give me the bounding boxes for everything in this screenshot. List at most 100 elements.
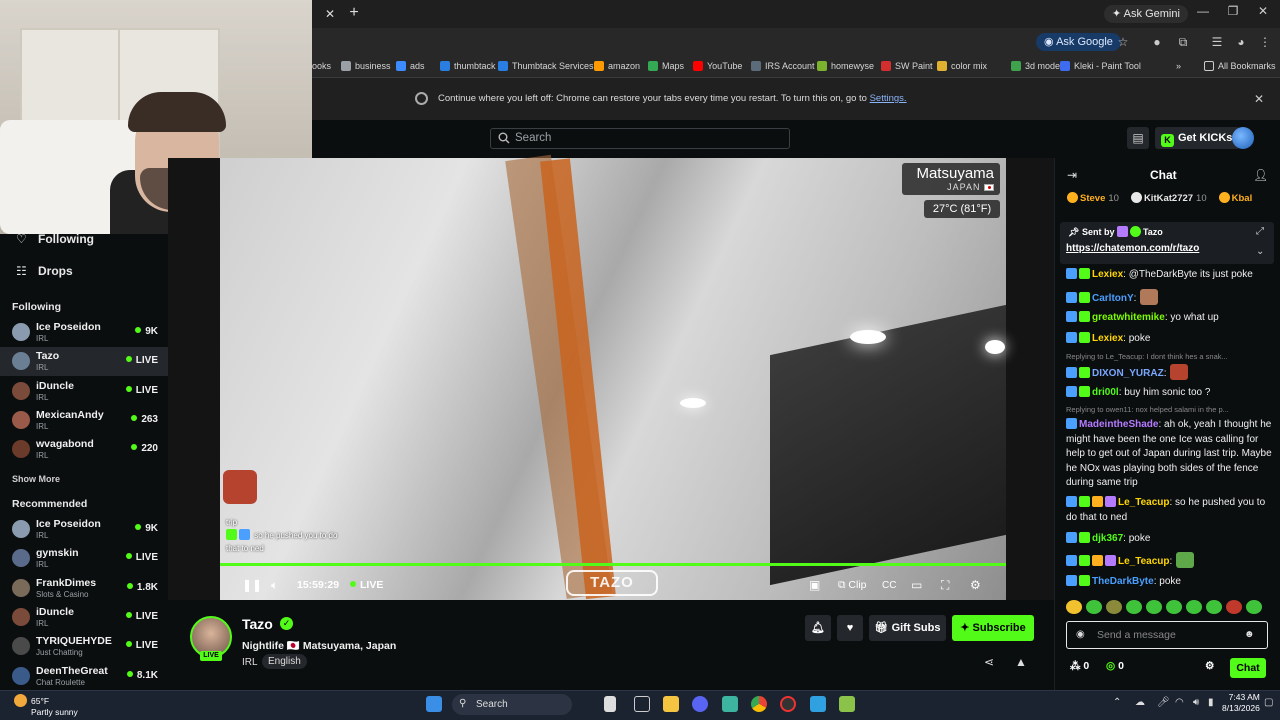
fullscreen-icon[interactable]: ⛶ [941,578,949,593]
sidebar-channel-item[interactable]: TYRIQUEHYDE Just Chatting LIVE [0,632,168,661]
chevron-down-icon[interactable]: ⌄ [1256,246,1264,257]
weather-widget[interactable]: 65°F Partly sunny [14,694,78,718]
emote-quick-icon[interactable] [1086,600,1102,614]
sidebar-channel-item[interactable]: Ice Poseidon IRL 9K [0,318,168,347]
extensions-icon[interactable]: ⧉ [1176,35,1190,50]
chat-username[interactable]: greatwhitemike [1092,312,1165,323]
bookmark-item[interactable]: color mix [937,59,987,73]
ask-gemini-button[interactable]: ✦ Ask Gemini [1104,5,1188,23]
task-view-icon[interactable] [604,696,616,712]
sidebar-channel-item[interactable]: DeenTheGreat Chat Roulette 8.1K [0,662,168,691]
share-icon[interactable]: ⋖ [984,655,994,669]
chat-reply-context[interactable]: Replying to Le_Teacup: I dont think hes … [1066,352,1272,361]
show-more-link[interactable]: Show More [12,474,60,484]
chat-users-icon[interactable]: 👤︎ [1253,168,1268,182]
chevron-up-icon[interactable]: ⌃ [1113,697,1121,708]
collapse-chat-icon[interactable]: ⇥ [1067,168,1077,182]
new-tab-icon[interactable]: + [346,5,362,21]
emote-quick-icon[interactable] [1066,600,1082,614]
leaderboard-entry[interactable]: Kbal [1213,192,1256,204]
stream-progress-bar[interactable] [220,563,1006,566]
speaker-icon[interactable]: 🔊︎ [1193,697,1199,708]
send-chat-button[interactable]: Chat [1230,658,1266,678]
bookmark-item[interactable]: Maps [648,59,684,73]
chat-reply-context[interactable]: Replying to owen11: nox helped salami in… [1066,405,1272,414]
sidebar-channel-item[interactable]: Ice Poseidon IRL 9K [0,515,168,544]
chat-username[interactable]: Le_Teacup [1118,497,1170,508]
restore-settings-link[interactable]: Settings. [870,93,907,104]
chat-username[interactable]: Le_Teacup [1118,556,1170,567]
onedrive-icon[interactable]: ☁ [1135,697,1145,708]
chat-username[interactable]: dri00l [1092,387,1119,398]
bookmark-item[interactable]: ooks [312,59,331,73]
tab-close-icon[interactable]: ✕ [322,6,338,22]
leaderboard-entry[interactable]: KitKat2727 10 [1125,192,1207,204]
pinned-link[interactable]: https://chatemon.com/r/tazo [1066,243,1199,254]
bookmark-item[interactable]: amazon [594,59,640,73]
emote-quick-icon[interactable] [1206,600,1222,614]
chat-message-input[interactable]: Send a message [1066,621,1268,649]
emote-quick-icon[interactable] [1246,600,1262,614]
taskbar-search[interactable]: Search [452,694,572,715]
emoji-picker-icon[interactable]: ☻ [1244,629,1255,640]
kicks-balance[interactable]: ⁂ 0 [1070,660,1089,672]
bookmark-item[interactable]: YouTube [693,59,742,73]
taskbar-clock[interactable]: 7:43 AM 8/13/2026 [1222,692,1260,714]
subscribe-button[interactable]: ✦ Subscribe [952,615,1034,641]
file-explorer-icon[interactable] [663,696,679,712]
emote-quick-icon[interactable] [1166,600,1182,614]
chat-username[interactable]: djk367 [1092,533,1123,544]
bookmark-item[interactable]: homewyse [817,59,874,73]
theater-mode-icon[interactable]: ▣ [809,578,820,592]
live-indicator[interactable]: LIVE [350,579,383,591]
library-icon[interactable]: ▤ [1127,127,1149,149]
emote-quick-icon[interactable] [1146,600,1162,614]
emote-quick-icon[interactable] [1106,600,1122,614]
bookmark-item[interactable]: Thumbtack Services [498,59,594,73]
settings-gear-icon[interactable]: ⚙ [970,578,981,592]
ask-google-button[interactable]: ◉ Ask Google [1036,33,1121,51]
tab-search-icon[interactable]: ☰ [1210,35,1224,49]
bookmark-item[interactable]: thumbtack [440,59,496,73]
bookmark-item[interactable]: Kleki - Paint Tool [1060,59,1141,73]
nav-following[interactable]: Following [38,232,94,246]
emote-quick-icon[interactable] [1126,600,1142,614]
unpin-icon[interactable]: ⤢ [1256,226,1264,237]
follow-heart-icon[interactable]: ♥ [837,615,863,641]
bookmark-item[interactable]: SW Paint [881,59,933,73]
channel-points[interactable]: ◎ 0 [1106,660,1124,672]
bookmark-item[interactable]: 3d models [1011,59,1067,73]
chat-username[interactable]: DIXON_YURAZ [1092,368,1164,379]
browser-menu-icon[interactable]: ⋮ [1258,35,1272,49]
discord-icon[interactable] [692,696,708,712]
sidebar-channel-item[interactable]: gymskin IRL LIVE [0,544,168,573]
bookmark-item[interactable]: ads [396,59,425,73]
search-input[interactable]: Search [490,128,790,149]
streamer-name[interactable]: Tazo [242,616,273,632]
profile-dot-icon[interactable]: ● [1150,35,1164,49]
clip-button[interactable]: ⧉ Clip [838,579,867,592]
minimize-icon[interactable]: — [1188,4,1218,18]
battery-icon[interactable]: ▮ [1208,697,1214,708]
sidebar-channel-item[interactable]: iDuncle IRL LIVE [0,603,168,632]
notification-bell-icon[interactable]: 🔔︎ [805,615,831,641]
notification-icon[interactable]: ▢ [1264,697,1273,708]
report-icon[interactable]: ▲ [1015,655,1027,669]
leaderboard-entry[interactable]: Steve 10 [1061,192,1119,204]
sidebar-channel-item[interactable]: MexicanAndy IRL 263 [0,406,168,435]
chat-settings-icon[interactable]: ⚙ [1205,660,1214,672]
chat-shield-icon[interactable]: ◉ [1076,629,1085,640]
app-icon[interactable] [810,696,826,712]
category-tag[interactable]: IRL [242,657,258,668]
gift-subs-button[interactable]: 🎁︎ Gift Subs [869,615,946,641]
emote-quick-icon[interactable] [1186,600,1202,614]
language-tag[interactable]: English [262,654,307,669]
volume-icon[interactable]: 🔈︎ [271,578,278,593]
maximize-icon[interactable]: ❐ [1218,4,1248,18]
microphone-icon[interactable]: 🎤︎ [1157,697,1170,708]
sidebar-channel-item[interactable]: wvagabond IRL 220 [0,435,168,464]
emote-quick-icon[interactable] [1226,600,1242,614]
chrome-taskbar-icon[interactable] [751,696,767,712]
miniplayer-icon[interactable]: ▭ [911,578,922,592]
get-kicks-button[interactable]: K Get KICKs [1155,127,1241,149]
